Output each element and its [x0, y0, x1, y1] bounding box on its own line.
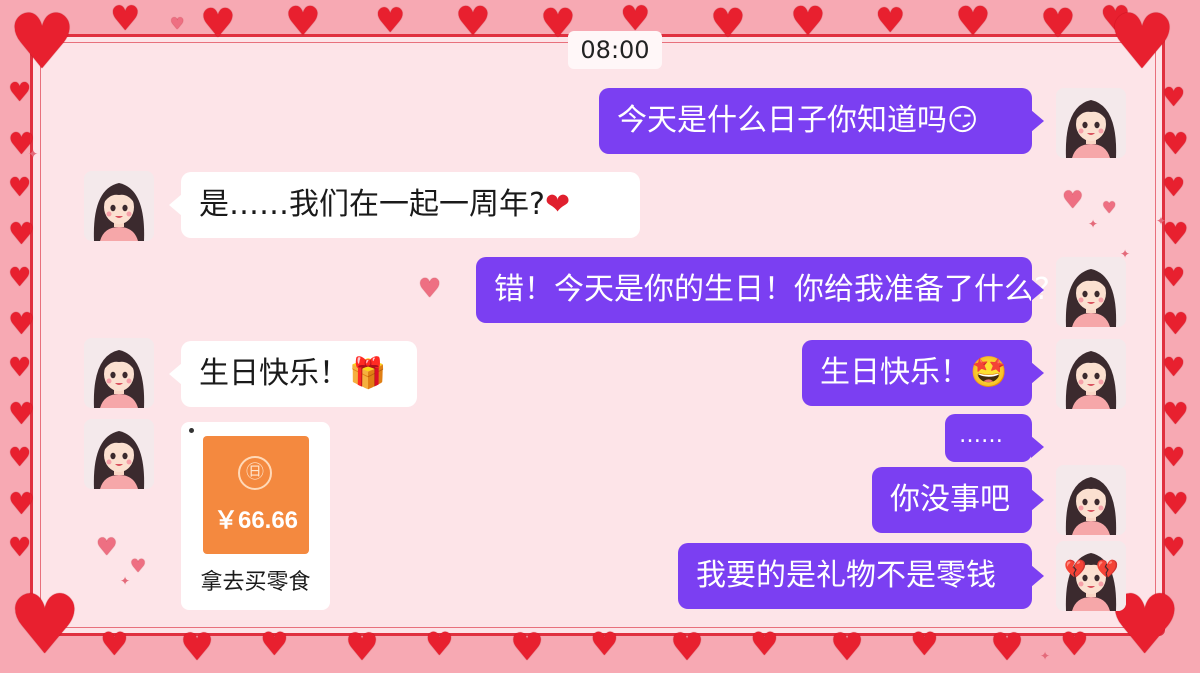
heart-decoration-icon: ♥: [1162, 173, 1186, 203]
heart-decoration-icon: ♥: [8, 173, 32, 203]
heart-decoration-icon: ♥: [200, 1, 236, 47]
svg-text:💔: 💔: [1064, 559, 1087, 580]
message-bubble-incoming[interactable]: 是……我们在一起一周年?❤: [169, 172, 640, 238]
heart-decoration-icon: ♥: [130, 556, 147, 577]
sparkle-icon: ✦: [28, 147, 39, 161]
sparkle-icon: ✦: [1156, 214, 1167, 228]
heart-decoration-icon: ♥: [1162, 487, 1189, 522]
smirk-face-icon: 😏: [947, 103, 979, 138]
heart-decoration-icon: ♥: [910, 625, 939, 663]
sparkle-icon: ✦: [1088, 217, 1099, 231]
message-bubble-outgoing[interactable]: 错！今天是你的生日！你给我准备了什么?: [476, 257, 1050, 323]
heart-decoration-icon: ♥: [1162, 443, 1186, 473]
heart-decoration-icon: ♥: [180, 625, 215, 669]
heart-decoration-icon: ♥: [345, 625, 380, 669]
heart-decoration-icon: ♥: [590, 625, 619, 663]
message-text: 我要的是礼物不是零钱: [696, 558, 996, 593]
red-packet-amount: ￥66.66: [213, 507, 299, 534]
message-text: 错！今天是你的生日！你给我准备了什么?: [494, 272, 1050, 307]
red-packet-message[interactable]: ㊐ ￥66.66 拿去买零食: [181, 422, 330, 610]
heart-decoration-icon: ♥: [1162, 353, 1186, 383]
gift-box-icon: 🎁: [349, 356, 387, 391]
red-packet-caption: 拿去买零食: [200, 570, 311, 595]
avatar-friend[interactable]: [84, 171, 154, 241]
message-text: 是……我们在一起一周年?: [199, 187, 545, 222]
heart-decoration-icon: ♥: [8, 353, 32, 383]
heart-decoration-icon: ♥: [830, 625, 865, 669]
heart-decoration-icon: ♥: [418, 274, 442, 304]
heart-decoration-icon: ♥: [670, 625, 705, 669]
timestamp: 08:00: [568, 31, 662, 69]
heart-decoration-icon: ♥: [750, 625, 779, 663]
heart-decoration-icon: ♥: [96, 533, 118, 561]
message-bubble-outgoing[interactable]: 我要的是礼物不是零钱: [678, 543, 1044, 609]
heart-decoration-icon: ♥: [790, 0, 826, 45]
heart-decoration-icon: ♥: [110, 0, 141, 39]
red-packet-seal-icon: ㊐: [238, 456, 272, 490]
heart-decoration-icon: ♥: [8, 487, 35, 522]
heart-decoration-icon: ♥: [8, 0, 77, 86]
heart-decoration-icon: ♥: [510, 625, 545, 669]
grinning-face-icon: 🤩: [970, 355, 1008, 390]
corner-dot: [189, 428, 194, 433]
heart-decoration-icon: ♥: [1108, 0, 1177, 86]
message-bubble-incoming[interactable]: 生日快乐！🎁: [169, 341, 417, 407]
heart-decoration-icon: ♥: [100, 625, 129, 663]
message-bubble-outgoing[interactable]: 今天是什么日子你知道吗😏: [599, 88, 1044, 154]
heart-decoration-icon: ♥: [955, 0, 991, 45]
heart-decoration-icon: ♥: [8, 263, 32, 293]
avatar-friend[interactable]: [84, 338, 154, 408]
heart-decoration-icon: ♥: [1162, 533, 1186, 563]
message-bubble-outgoing[interactable]: 你没事吧: [872, 467, 1044, 533]
avatar-me[interactable]: [1056, 88, 1126, 158]
heart-decoration-icon: ♥: [8, 217, 35, 252]
heart-decoration-icon: ♥: [1162, 83, 1186, 113]
heart-decoration-icon: ♥: [1060, 625, 1089, 663]
sparkle-icon: ✦: [1040, 649, 1051, 663]
message-text: ……: [959, 423, 1003, 448]
heart-decoration-icon: ♥: [8, 397, 35, 432]
message-text: 生日快乐！: [199, 356, 349, 391]
sparkle-icon: ✦: [120, 574, 131, 588]
heart-decoration-icon: ♥: [1162, 263, 1186, 293]
message-text: 你没事吧: [890, 482, 1010, 517]
heart-decoration-icon: ♥: [1102, 198, 1117, 217]
heart-decoration-icon: ♥: [375, 1, 406, 41]
heart-decoration-icon: ♥: [8, 578, 82, 673]
avatar-me-broken-heart[interactable]: 💔 💔: [1056, 541, 1126, 611]
heart-decoration-icon: ♥: [8, 533, 32, 563]
heart-decoration-icon: ♥: [170, 14, 185, 33]
heart-decoration-icon: ♥: [1062, 186, 1084, 214]
heart-decoration-icon: ♥: [1162, 127, 1189, 162]
heart-decoration-icon: ♥: [260, 625, 289, 663]
heart-decoration-icon: ♥: [425, 625, 454, 663]
heart-decoration-icon: ♥: [8, 307, 35, 342]
heart-decoration-icon: ♥: [8, 443, 32, 473]
message-text: 今天是什么日子你知道吗: [617, 103, 947, 138]
heart-decoration-icon: ♥: [990, 625, 1025, 669]
red-packet-envelope[interactable]: ㊐ ￥66.66: [203, 436, 309, 554]
avatar-me[interactable]: [1056, 257, 1126, 327]
heart-decoration-icon: ♥: [875, 1, 906, 41]
avatar-me[interactable]: [1056, 465, 1126, 535]
heart-decoration-icon: ♥: [285, 0, 321, 45]
heart-decoration-icon: ♥: [455, 0, 491, 45]
message-bubble-outgoing[interactable]: ……: [945, 414, 1044, 462]
red-heart-icon: ❤: [544, 187, 571, 222]
message-bubble-outgoing[interactable]: 生日快乐！🤩: [802, 340, 1044, 406]
heart-decoration-icon: ♥: [710, 1, 746, 47]
message-text: 生日快乐！: [820, 355, 970, 390]
heart-decoration-icon: ♥: [1040, 1, 1076, 47]
avatar-friend[interactable]: [84, 419, 154, 489]
heart-decoration-icon: ♥: [1162, 307, 1189, 342]
heart-decoration-icon: ♥: [1162, 397, 1189, 432]
svg-text:💔: 💔: [1096, 559, 1119, 580]
avatar-me[interactable]: [1056, 339, 1126, 409]
